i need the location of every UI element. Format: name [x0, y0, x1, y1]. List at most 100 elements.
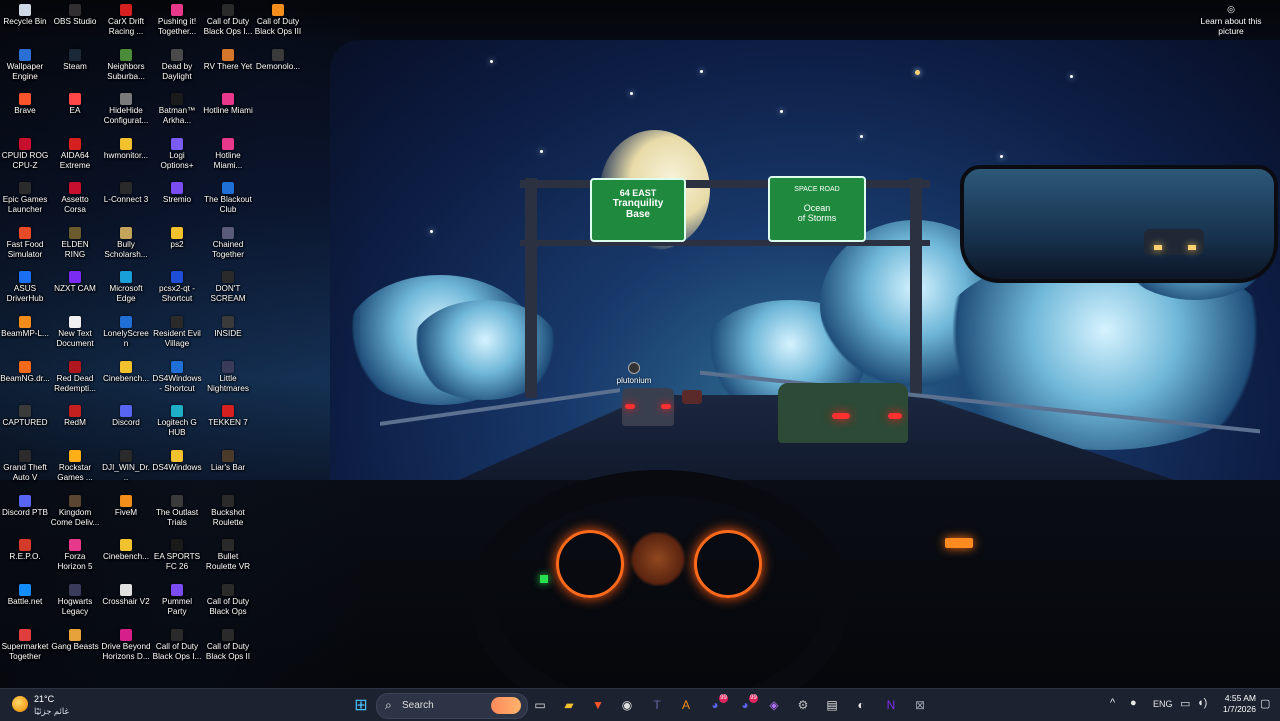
- desktop-icon[interactable]: Cinebench...: [101, 538, 151, 582]
- desktop-icon[interactable]: Batman™ Arkha...: [152, 92, 202, 136]
- language-indicator[interactable]: ENG: [1153, 699, 1173, 709]
- desktop-icon[interactable]: New Text Document: [50, 315, 100, 359]
- desktop-icon[interactable]: Call of Duty Black Ops I...: [203, 3, 253, 47]
- desktop-icon[interactable]: ASUS DriverHub: [0, 270, 50, 314]
- desktop-icon[interactable]: HideHide Configurat...: [101, 92, 151, 136]
- desktop-icon[interactable]: Call of Duty Black Ops: [203, 583, 253, 627]
- desktop-icon[interactable]: NZXT CAM: [50, 270, 100, 314]
- desktop-icon[interactable]: RV There Yet: [203, 48, 253, 92]
- desktop-icon[interactable]: pcsx2-qt - Shortcut: [152, 270, 202, 314]
- discord-button[interactable]: ◕ 99: [733, 693, 758, 717]
- desktop-icon[interactable]: Red Dead Redempti...: [50, 360, 100, 404]
- desktop-icon[interactable]: Drive Beyond Horizons D...: [101, 628, 151, 672]
- discord-ptb-button[interactable]: ◕ 99: [703, 693, 728, 717]
- desktop-icon[interactable]: ELDEN RING: [50, 226, 100, 270]
- desktop-icon[interactable]: DS4Windows: [152, 449, 202, 493]
- desktop-icon[interactable]: Gang Beasts: [50, 628, 100, 672]
- weather-widget[interactable]: 21°C غائم جزئيًا: [10, 692, 100, 718]
- desktop-icon[interactable]: Hogwarts Legacy: [50, 583, 100, 627]
- obs-button[interactable]: ◉: [615, 693, 639, 717]
- desktop-icon[interactable]: Bullet Roulette VR: [203, 538, 253, 582]
- desktop-icon[interactable]: ps2: [152, 226, 202, 270]
- desktop-icon[interactable]: Microsoft Edge: [101, 270, 151, 314]
- game-controller-button[interactable]: ◈: [762, 693, 786, 717]
- desktop-icon[interactable]: The Outlast Trials: [152, 494, 202, 538]
- desktop-icon[interactable]: Hotline Miami: [203, 92, 253, 136]
- desktop-icon[interactable]: EA: [50, 92, 100, 136]
- desktop-icon[interactable]: Call of Duty Black Ops III: [253, 3, 303, 47]
- desktop-icon[interactable]: DON'T SCREAM: [203, 270, 253, 314]
- desktop-icon[interactable]: BeamMP-L...: [0, 315, 50, 359]
- desktop-icon[interactable]: Dead by Daylight: [152, 48, 202, 92]
- search-box[interactable]: ⌕ Search: [376, 693, 528, 719]
- desktop-icon[interactable]: Epic Games Launcher: [0, 181, 50, 225]
- desktop-icon[interactable]: TEKKEN 7: [203, 404, 253, 448]
- desktop-icon[interactable]: Discord: [101, 404, 151, 448]
- volume-icon[interactable]: ◖): [1197, 697, 1207, 709]
- desktop-icon[interactable]: OBS Studio: [50, 3, 100, 47]
- desktop-icon[interactable]: LonelyScreen: [101, 315, 151, 359]
- desktop-icon[interactable]: Stremio: [152, 181, 202, 225]
- desktop-icon[interactable]: CAPTURED: [0, 404, 50, 448]
- learn-about-picture[interactable]: ◎ Learn about this picture: [1196, 4, 1266, 36]
- desktop-icon[interactable]: BeamNG.dr...: [0, 360, 50, 404]
- desktop-icon[interactable]: INSIDE: [203, 315, 253, 359]
- terminal-button[interactable]: ▤: [820, 693, 844, 717]
- desktop-icon[interactable]: Discord PTB: [0, 494, 50, 538]
- desktop-icon[interactable]: Neighbors Suburba...: [101, 48, 151, 92]
- desktop-icon[interactable]: L-Connect 3: [101, 181, 151, 225]
- desktop-icon[interactable]: Wallpaper Engine: [0, 48, 50, 92]
- clock[interactable]: 4:55 AM 1/7/2026: [1218, 693, 1256, 715]
- desktop-icon[interactable]: Call of Duty Black Ops I...: [152, 628, 202, 672]
- desktop-icon[interactable]: Logitech G HUB: [152, 404, 202, 448]
- desktop-icon[interactable]: Crosshair V2: [101, 583, 151, 627]
- desktop-icon[interactable]: Battle.net: [0, 583, 50, 627]
- desktop-icon[interactable]: Kingdom Come Deliv...: [50, 494, 100, 538]
- desktop-icon[interactable]: Grand Theft Auto V: [0, 449, 50, 493]
- desktop-icon[interactable]: Liar's Bar: [203, 449, 253, 493]
- brave-button[interactable]: ▼: [586, 693, 610, 717]
- desktop-icon[interactable]: Hotline Miami...: [203, 137, 253, 181]
- nzxt-button[interactable]: N: [879, 693, 903, 717]
- desktop-icon[interactable]: Fast Food Simulator: [0, 226, 50, 270]
- desktop-icon[interactable]: Call of Duty Black Ops II: [203, 628, 253, 672]
- desktop-icon[interactable]: R.E.P.O.: [0, 538, 50, 582]
- desktop-icon[interactable]: DJI_WIN_Dr...: [101, 449, 151, 493]
- desktop-icon[interactable]: Recycle Bin: [0, 3, 50, 47]
- desktop-icon[interactable]: Pummel Party: [152, 583, 202, 627]
- settings-button[interactable]: ⚙: [791, 693, 815, 717]
- notifications-icon[interactable]: ▢: [1260, 697, 1270, 710]
- network-icon[interactable]: ▭: [1180, 697, 1190, 710]
- desktop-icon[interactable]: Logi Options+: [152, 137, 202, 181]
- task-view-button[interactable]: ▭: [528, 693, 552, 717]
- desktop-icon[interactable]: Pushing it! Together...: [152, 3, 202, 47]
- desktop-icon[interactable]: Steam: [50, 48, 100, 92]
- desktop-icon[interactable]: DS4Windows - Shortcut: [152, 360, 202, 404]
- desktop-icon[interactable]: Rockstar Games ...: [50, 449, 100, 493]
- desktop-icon[interactable]: Little Nightmares: [203, 360, 253, 404]
- desktop-icon[interactable]: Assetto Corsa: [50, 181, 100, 225]
- file-explorer-button[interactable]: ▰: [557, 693, 581, 717]
- desktop-icon[interactable]: Bully Scholarsh...: [101, 226, 151, 270]
- desktop-icon[interactable]: Forza Horizon 5: [50, 538, 100, 582]
- teams-button[interactable]: T: [645, 693, 669, 717]
- desktop-icon[interactable]: Resident Evil Village: [152, 315, 202, 359]
- desktop-icon[interactable]: CarX Drift Racing ...: [101, 3, 151, 47]
- desktop-icon[interactable]: Chained Together: [203, 226, 253, 270]
- start-button[interactable]: ⊞: [349, 693, 373, 717]
- desktop-icon[interactable]: EA SPORTS FC 26: [152, 538, 202, 582]
- desktop-icon[interactable]: FiveM: [101, 494, 151, 538]
- desktop-icon[interactable]: Brave: [0, 92, 50, 136]
- desktop-icon[interactable]: Supermarket Together: [0, 628, 50, 672]
- desktop-icon-plutonium[interactable]: plutonium: [612, 362, 656, 385]
- desktop-icon[interactable]: Demonolo...: [253, 48, 303, 92]
- steam-button[interactable]: ◐: [849, 693, 873, 717]
- microphone-icon[interactable]: ●: [1130, 697, 1137, 709]
- desktop-icon[interactable]: Cinebench...: [101, 360, 151, 404]
- show-hidden-icons-chevron[interactable]: ^: [1110, 697, 1115, 709]
- desktop-icon[interactable]: CPUID ROG CPU-Z: [0, 137, 50, 181]
- desktop-icon[interactable]: RedM: [50, 404, 100, 448]
- aida-button[interactable]: A: [674, 693, 698, 717]
- desktop-icon[interactable]: Buckshot Roulette: [203, 494, 253, 538]
- desktop-icon[interactable]: hwmonitor...: [101, 137, 151, 181]
